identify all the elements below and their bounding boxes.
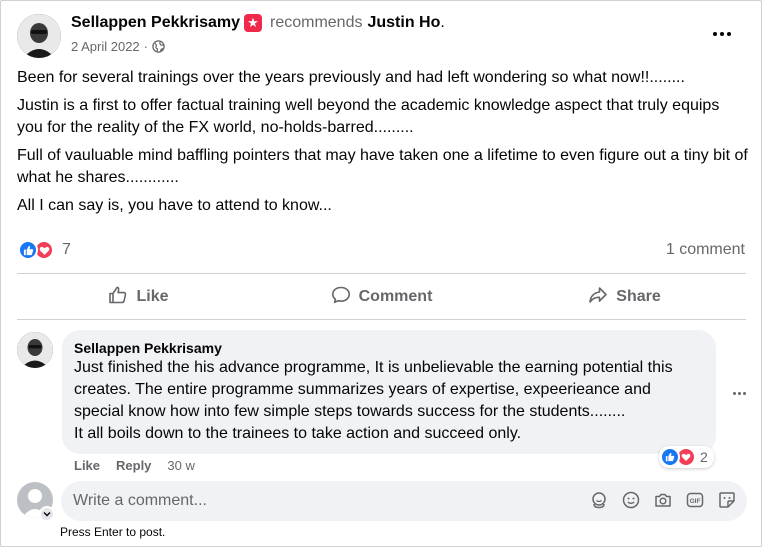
meta-separator: · [143, 39, 149, 54]
share-label: Share [616, 288, 661, 305]
post-paragraph: Justin is a first to offer factual train… [17, 97, 720, 136]
svg-text:GIF: GIF [690, 498, 701, 505]
post-date[interactable]: 2 April 2022 [71, 39, 140, 54]
comment-like-link[interactable]: Like [74, 458, 100, 473]
comment-line: special know how into few simple steps t… [74, 403, 626, 420]
post-options-icon[interactable] [707, 23, 737, 45]
comment-bubble: Sellappen Pekkrisamy Just finished the h… [62, 330, 716, 454]
like-reaction-icon [660, 447, 680, 467]
like-button[interactable]: Like [17, 277, 260, 317]
gif-icon[interactable]: GIF [685, 490, 705, 510]
composer-hint: Press Enter to post. [60, 525, 166, 539]
comment-age[interactable]: 30 w [167, 458, 194, 473]
sticker-icon[interactable] [717, 490, 737, 510]
post-paragraph: Full of vauluable mind baffling pointers… [17, 147, 748, 186]
post-header-line: Sellappen Pekkrisamy ★ recommends Justin… [71, 14, 445, 32]
author-avatar[interactable] [17, 14, 61, 58]
commenter-avatar[interactable] [17, 332, 53, 368]
speech-bubble-icon [331, 285, 351, 310]
recommends-label: recommends [269, 14, 363, 31]
commenter-name[interactable]: Sellappen Pekkrisamy [74, 340, 704, 356]
avatar-sticker-icon[interactable] [589, 490, 609, 510]
camera-icon[interactable] [653, 490, 673, 510]
recommended-suffix: . [440, 14, 445, 31]
comment-label: Comment [358, 288, 433, 305]
comment-reaction-count: 2 [700, 449, 708, 465]
comment-composer: GIF [61, 481, 747, 521]
comment-line: Just finished the his advance programme,… [74, 359, 673, 376]
comment-text: Just finished the his advance programme,… [74, 357, 704, 445]
post-meta: 2 April 2022 · [71, 39, 165, 54]
emoji-icon[interactable] [621, 490, 641, 510]
share-arrow-icon [588, 285, 608, 310]
post-action-bar: Like Comment Share [17, 277, 746, 317]
comment-reply-link[interactable]: Reply [116, 458, 151, 473]
share-button[interactable]: Share [503, 277, 746, 317]
reaction-summary[interactable]: 7 [18, 240, 71, 260]
comment-line: It all boils down to the trainees to tak… [74, 425, 522, 442]
chevron-down-icon[interactable] [39, 506, 55, 522]
recommended-page-link[interactable]: Justin Ho [367, 14, 440, 32]
like-label: Like [136, 288, 169, 305]
thumbs-up-icon [108, 285, 128, 310]
reaction-count: 7 [62, 241, 71, 258]
divider [17, 319, 746, 320]
like-reaction-icon [18, 240, 38, 260]
post-card: Sellappen Pekkrisamy ★ recommends Justin… [0, 0, 762, 547]
post-paragraph: All I can say is, you have to attend to … [17, 197, 332, 214]
comment-options-icon[interactable] [729, 385, 749, 401]
composer-tools: GIF [589, 490, 737, 510]
comment-reaction-summary[interactable]: 2 [659, 446, 714, 468]
author-name[interactable]: Sellappen Pekkrisamy [71, 14, 240, 32]
comment-count-link[interactable]: 1 comment [666, 241, 745, 259]
globe-icon [152, 40, 165, 53]
divider [17, 273, 746, 274]
post-paragraph: Been for several trainings over the year… [17, 69, 685, 86]
comment-button[interactable]: Comment [260, 277, 503, 317]
comment-actions: Like Reply 30 w [74, 458, 195, 473]
comment-line: creates. The entire programme summarizes… [74, 381, 651, 398]
comment-input[interactable] [73, 481, 573, 521]
recommend-badge-icon: ★ [243, 14, 262, 32]
post-body: Been for several trainings over the year… [17, 67, 749, 223]
